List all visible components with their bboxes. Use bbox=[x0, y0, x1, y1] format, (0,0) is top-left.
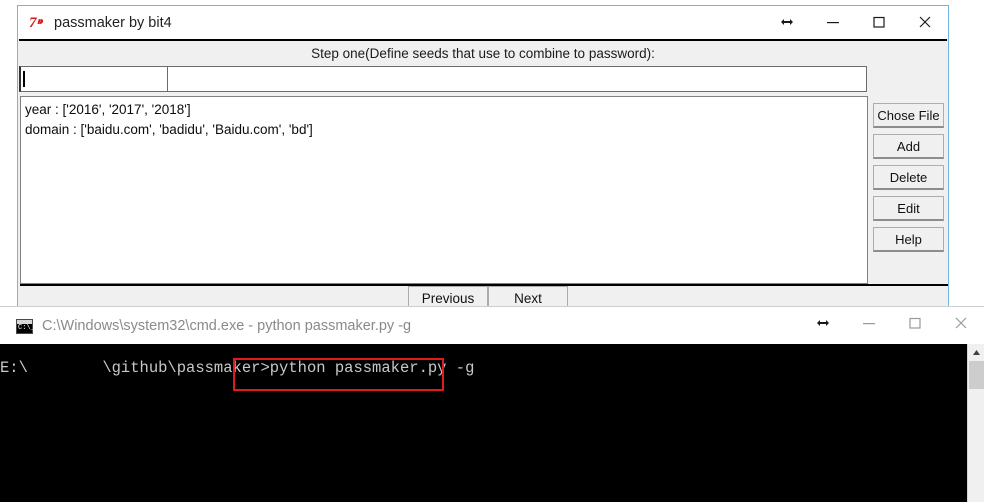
window-controls bbox=[764, 6, 948, 38]
passmaker-window: 7⁍ passmaker by bit4 Step one(Define see… bbox=[17, 5, 949, 312]
cmd-console-body[interactable]: E:\ \github\passmaker>python passmaker.p… bbox=[0, 344, 984, 502]
seed-name-entry[interactable] bbox=[19, 66, 167, 92]
passmaker-client-area: Step one(Define seeds that use to combin… bbox=[19, 39, 948, 312]
text-caret bbox=[23, 71, 25, 87]
seed-listbox[interactable]: year : ['2016', '2017', '2018'] domain :… bbox=[20, 96, 868, 284]
close-button[interactable] bbox=[902, 6, 948, 38]
cmd-titlebar[interactable]: C:\_ C:\Windows\system32\cmd.exe - pytho… bbox=[0, 306, 984, 344]
cmd-window-title: C:\Windows\system32\cmd.exe - python pas… bbox=[42, 318, 412, 334]
side-button-column: Chose File Add Delete Edit Help bbox=[870, 66, 947, 310]
list-item[interactable]: domain : ['baidu.com', 'badidu', 'Baidu.… bbox=[25, 120, 863, 140]
cmd-titlebar-left-group: C:\_ C:\Windows\system32\cmd.exe - pytho… bbox=[16, 307, 411, 345]
minimize-button[interactable] bbox=[810, 6, 856, 38]
cmd-window: C:\_ C:\Windows\system32\cmd.exe - pytho… bbox=[0, 306, 984, 502]
cmd-scroll-up-arrow[interactable] bbox=[968, 344, 984, 361]
edit-button[interactable]: Edit bbox=[873, 196, 944, 221]
screen-root: 7⁍ passmaker by bit4 Step one(Define see… bbox=[0, 0, 984, 502]
cmd-minimize-button[interactable] bbox=[846, 307, 892, 339]
help-button[interactable]: Help bbox=[873, 227, 944, 252]
seed-entry-row bbox=[19, 66, 869, 92]
seed-values-entry[interactable] bbox=[167, 66, 867, 92]
cmd-icon-prompt: C:\_ bbox=[18, 323, 35, 332]
cmd-maximize-button[interactable] bbox=[892, 307, 938, 339]
passmaker-titlebar[interactable]: 7⁍ passmaker by bit4 bbox=[18, 6, 948, 39]
cmd-scroll-thumb[interactable] bbox=[968, 361, 984, 389]
delete-button[interactable]: Delete bbox=[873, 165, 944, 190]
resize-icon[interactable] bbox=[764, 6, 810, 38]
cmd-scrollbar[interactable] bbox=[967, 344, 984, 502]
step-one-label: Step one(Define seeds that use to combin… bbox=[311, 46, 655, 61]
maximize-button[interactable] bbox=[856, 6, 902, 38]
list-item[interactable]: year : ['2016', '2017', '2018'] bbox=[25, 100, 863, 120]
cmd-console-icon: C:\_ bbox=[16, 318, 35, 334]
cmd-resize-icon[interactable] bbox=[800, 307, 846, 339]
window-title: passmaker by bit4 bbox=[54, 14, 172, 31]
python-tk-logo-icon: 7⁍ bbox=[29, 14, 43, 31]
titlebar-left-group: 7⁍ passmaker by bit4 bbox=[29, 6, 172, 39]
step-label-row: Step one(Define seeds that use to combin… bbox=[19, 41, 947, 66]
add-button[interactable]: Add bbox=[873, 134, 944, 159]
cmd-console-line: E:\ \github\passmaker>python passmaker.p… bbox=[0, 359, 475, 377]
cmd-close-button[interactable] bbox=[938, 307, 984, 339]
chose-file-button[interactable]: Chose File bbox=[873, 103, 944, 128]
cmd-window-controls bbox=[800, 307, 984, 339]
